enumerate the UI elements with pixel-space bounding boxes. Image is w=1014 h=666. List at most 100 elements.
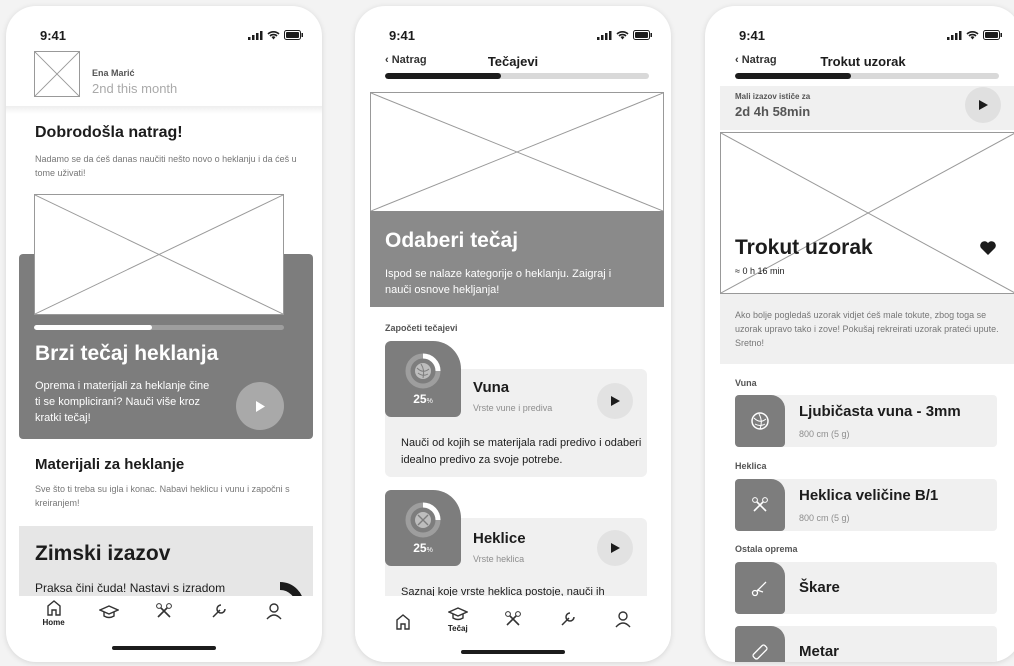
tab-courses[interactable]: Tečaj xyxy=(438,606,478,633)
graduation-cap-icon xyxy=(98,605,119,619)
pattern-title: Trokut uzorak xyxy=(735,236,873,259)
course-percent: 25% xyxy=(413,392,433,406)
course-thumb: 25% xyxy=(385,341,461,417)
tape-measure-item[interactable]: Metar xyxy=(735,626,997,662)
status-time: 9:41 xyxy=(739,28,766,43)
challenge-progress-ring xyxy=(256,582,304,596)
featured-course-title: Brzi tečaj heklanja xyxy=(35,342,219,365)
tab-home[interactable]: Home xyxy=(34,598,74,627)
yarn-item-meta: 800 cm (5 g) xyxy=(799,429,850,439)
materials-title: Materijali za heklanje xyxy=(35,456,185,473)
user-icon xyxy=(615,611,631,628)
course-thumb: 25% xyxy=(385,490,461,566)
ruler-icon xyxy=(752,644,768,660)
tab-home[interactable] xyxy=(383,606,423,630)
tape-thumb xyxy=(735,626,785,662)
featured-course-image xyxy=(34,194,284,315)
welcome-text: Nadamo se da ćeš danas naučiti nešto nov… xyxy=(35,154,297,178)
course-play-button[interactable] xyxy=(597,530,633,566)
challenge-label: Mali izazov ističe za xyxy=(735,92,811,101)
hook-thumb xyxy=(735,479,785,531)
user-name: Ena Marić xyxy=(92,68,135,78)
started-courses-label: Započeti tečajevi xyxy=(385,323,458,333)
pattern-description-box: Ako bolje pogledaš uzorak vidjet ćeš mal… xyxy=(720,294,1014,364)
status-icons xyxy=(597,30,653,40)
course-title: Heklice xyxy=(473,530,526,547)
status-icons xyxy=(248,30,304,40)
tab-tools[interactable] xyxy=(493,606,533,628)
nav-title: Tečajevi xyxy=(487,54,539,69)
phone-screen-pattern: 9:41 ‹ Natrag Trokut uzorak Mali izazov … xyxy=(705,6,1014,662)
challenge-card[interactable]: Zimski izazov Praksa čini čuda! Nastavi … xyxy=(19,526,313,596)
wifi-icon xyxy=(616,31,629,40)
scissors-icon xyxy=(751,581,767,597)
favorite-heart-icon[interactable] xyxy=(979,240,997,256)
tab-equipment[interactable] xyxy=(548,606,588,628)
user-rank: 2nd this month xyxy=(92,81,178,96)
hero-text: Ispod se nalaze kategorije o heklanju. Z… xyxy=(385,268,612,296)
status-time: 9:41 xyxy=(389,28,416,43)
graduation-cap-icon xyxy=(447,607,468,621)
wrench-icon xyxy=(212,604,226,618)
tab-tools[interactable] xyxy=(144,598,184,620)
crossed-tools-icon xyxy=(156,603,172,618)
status-bar: 9:41 xyxy=(355,6,671,46)
wrench-icon xyxy=(561,612,575,626)
play-icon xyxy=(610,543,620,553)
tab-profile[interactable] xyxy=(254,598,294,620)
tab-bar: Tečaj xyxy=(355,596,671,646)
pattern-progress-bar xyxy=(735,73,999,79)
tab-courses[interactable] xyxy=(89,598,129,620)
featured-course-text: Oprema i materijali za heklanje čine ti … xyxy=(35,380,210,424)
challenge-timer-box: Mali izazov ističe za 2d 4h 58min xyxy=(720,86,1014,130)
featured-progress-bar xyxy=(34,325,284,330)
hook-item[interactable]: Heklica veličine B/1 800 cm (5 g) xyxy=(735,479,997,531)
course-subtitle: Vrste heklica xyxy=(473,554,525,564)
progress-ring xyxy=(405,353,441,389)
yarn-ball-icon xyxy=(751,412,769,430)
tab-profile[interactable] xyxy=(603,606,643,628)
tab-home-label: Home xyxy=(42,618,65,627)
progress-ring xyxy=(405,502,441,538)
tab-equipment[interactable] xyxy=(199,598,239,620)
yarn-item[interactable]: Ljubičasta vuna - 3mm 800 cm (5 g) xyxy=(735,395,997,447)
scissors-item[interactable]: Škare xyxy=(735,562,997,614)
play-icon xyxy=(978,100,988,110)
crossed-hooks-icon xyxy=(752,497,768,512)
course-description: Nauči od kojih se materijala radi prediv… xyxy=(401,437,642,466)
status-time: 9:41 xyxy=(40,28,67,43)
hero-banner: Odaberi tečaj Ispod se nalaze kategorije… xyxy=(370,211,664,307)
signal-icon xyxy=(248,30,263,40)
scissors-item-title: Škare xyxy=(799,579,840,596)
user-icon xyxy=(266,603,282,620)
welcome-title: Dobrodošla natrag! xyxy=(35,124,183,141)
hook-section-label: Heklica xyxy=(735,461,767,471)
crossed-tools-icon xyxy=(505,611,521,626)
yarn-thumb xyxy=(735,395,785,447)
home-indicator xyxy=(112,646,216,650)
home-icon xyxy=(395,614,410,630)
course-card[interactable]: 25% Heklice Vrste heklica Saznaj koje vr… xyxy=(385,490,647,600)
yarn-section-label: Vuna xyxy=(735,378,757,388)
pattern-description: Ako bolje pogledaš uzorak vidjet ćeš mal… xyxy=(735,310,999,348)
avatar[interactable] xyxy=(34,51,80,97)
status-bar: 9:41 xyxy=(6,6,322,46)
phone-screen-courses: 9:41 ‹ Natrag Tečajevi Odaberi tečaj Isp… xyxy=(355,6,671,662)
featured-play-button[interactable] xyxy=(236,382,284,430)
tab-courses-label: Tečaj xyxy=(447,624,468,633)
header-divider xyxy=(6,106,322,114)
status-bar: 9:41 xyxy=(705,6,1014,46)
course-card[interactable]: 25% Vuna Vrste vune i prediva Nauči od k… xyxy=(385,341,647,477)
wifi-icon xyxy=(966,31,979,40)
course-play-button[interactable] xyxy=(597,383,633,419)
yarn-item-title: Ljubičasta vuna - 3mm xyxy=(799,403,961,420)
tape-item-title: Metar xyxy=(799,643,840,660)
nav-title: Trokut uzorak xyxy=(820,54,906,69)
wifi-icon xyxy=(267,31,280,40)
battery-icon xyxy=(284,30,303,40)
course-percent: 25% xyxy=(413,541,433,555)
challenge-play-button[interactable] xyxy=(965,87,1001,123)
battery-icon xyxy=(983,30,1002,40)
phone-screen-home: 9:41 Ena Marić 2nd this month Dobrodošla… xyxy=(6,6,322,662)
other-equipment-label: Ostala oprema xyxy=(735,544,798,554)
